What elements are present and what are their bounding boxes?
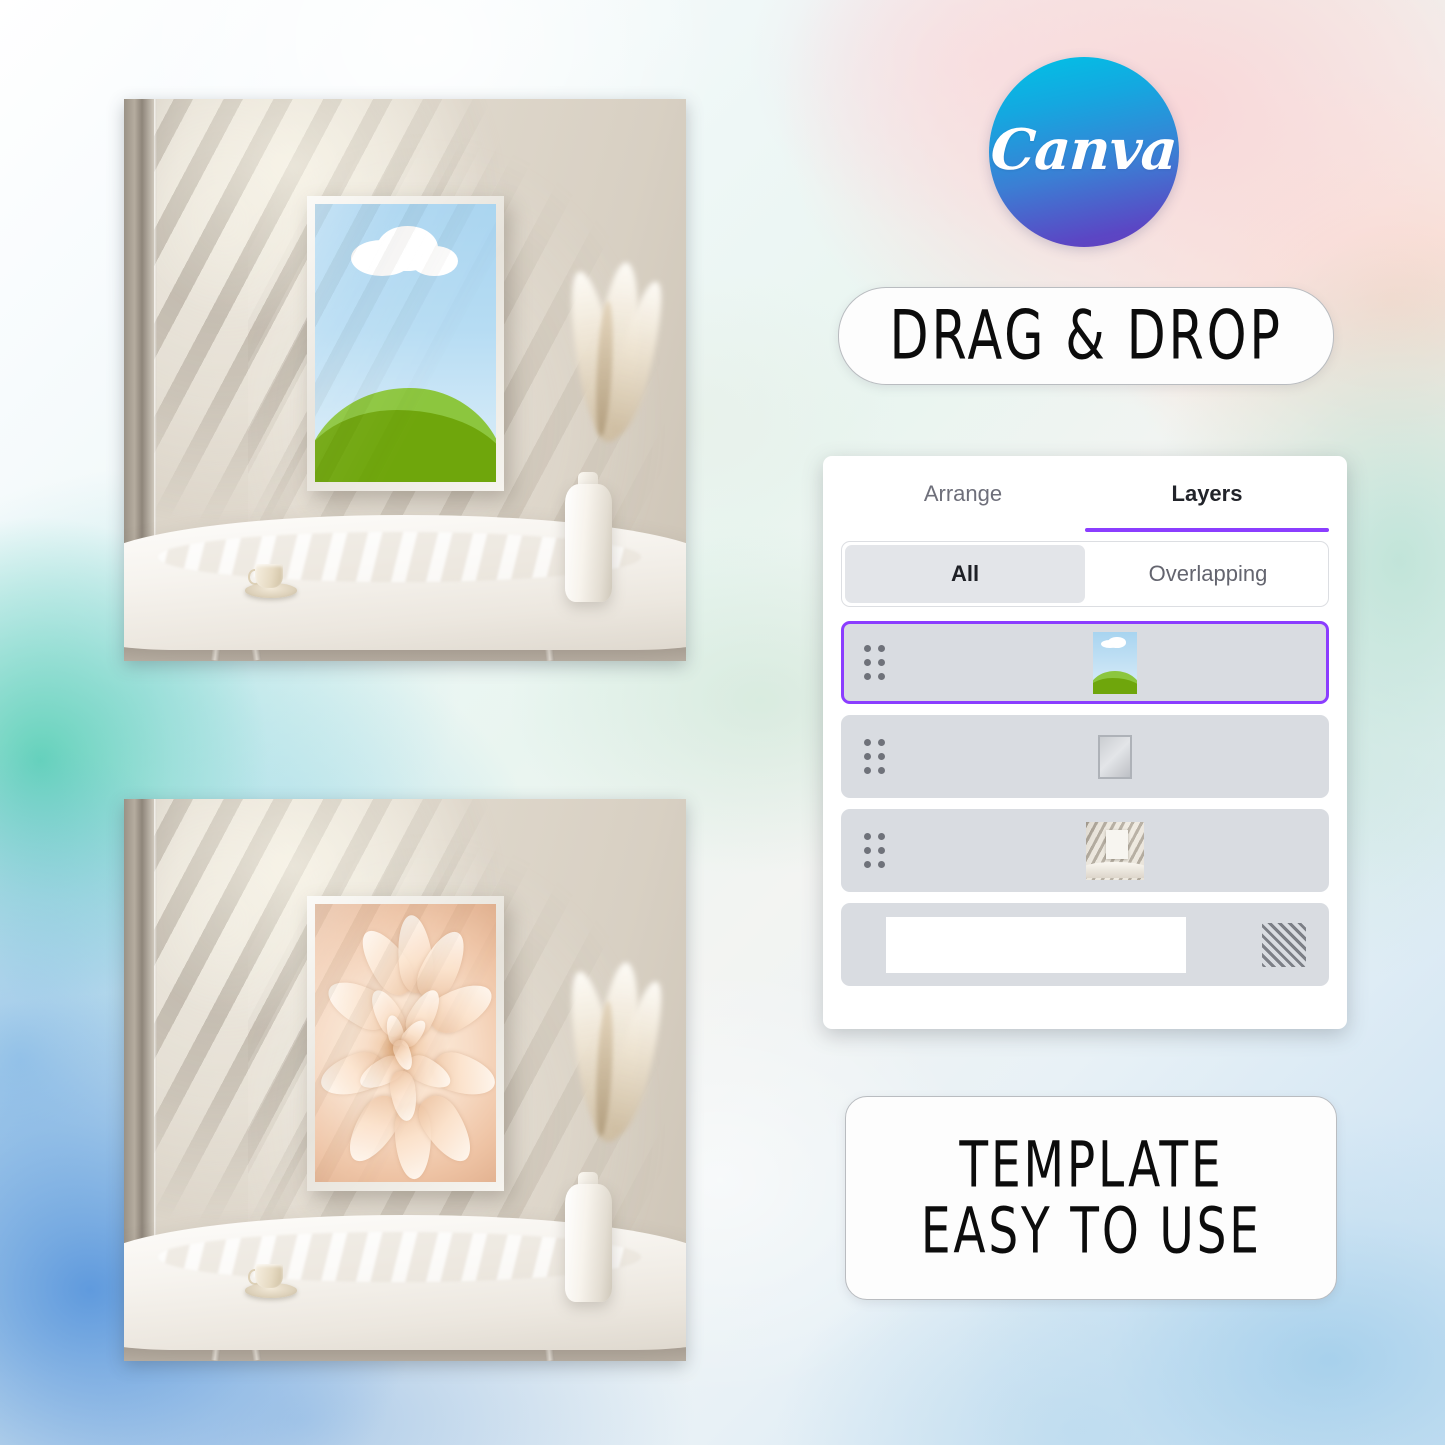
- layer-row-landscape-poster[interactable]: [841, 621, 1329, 704]
- frame-glass-reflection: [315, 904, 497, 1183]
- coffee-cup: [254, 563, 284, 588]
- room-scene: [124, 99, 686, 661]
- frame-artwork-area: [315, 204, 497, 483]
- layer-row-room-photo[interactable]: [841, 809, 1329, 892]
- canva-logo: Canva: [989, 57, 1179, 247]
- mockup-landscape-poster: [124, 99, 686, 661]
- poster-mockup-listing-image: Canva DRAG & DROP TEMPLATE EASY TO USE A…: [0, 0, 1445, 1445]
- tab-layers[interactable]: Layers: [1085, 456, 1329, 532]
- picture-frame: [306, 895, 505, 1191]
- tab-arrange[interactable]: Arrange: [841, 456, 1085, 532]
- landscape-art-thumbnail: [1093, 631, 1137, 694]
- picture-frame: [306, 195, 505, 491]
- layer-thumbnail-wrap: [904, 631, 1326, 694]
- layer-thumbnail-wrap: [904, 734, 1326, 779]
- canva-layers-panel: Arrange Layers All Overlapping: [823, 456, 1347, 1029]
- room-photo-thumbnail: [1086, 821, 1144, 880]
- mockup-flower-poster: [124, 799, 686, 1361]
- background-white-bar: [886, 916, 1186, 973]
- room-scene: [124, 799, 686, 1361]
- coffee-cup: [254, 1263, 284, 1288]
- canva-wordmark: Canva: [988, 117, 1180, 183]
- filter-option-all[interactable]: All: [845, 545, 1085, 603]
- drag-and-drop-banner: DRAG & DROP: [838, 287, 1334, 385]
- drag-handle-icon[interactable]: [844, 645, 904, 680]
- template-label-line1: TEMPLATE: [958, 1128, 1224, 1202]
- hatched-transparency-thumbnail: [1262, 922, 1306, 967]
- filter-option-overlapping[interactable]: Overlapping: [1088, 542, 1328, 606]
- layer-filter-segmented-control: All Overlapping: [841, 541, 1329, 607]
- ceramic-vase: [565, 483, 613, 602]
- drag-handle-icon[interactable]: [844, 739, 904, 774]
- drag-handle-icon[interactable]: [844, 833, 904, 868]
- layer-row-background[interactable]: [841, 903, 1329, 986]
- frame-shape-thumbnail: [1098, 734, 1132, 779]
- panel-tab-bar: Arrange Layers: [841, 456, 1329, 532]
- layer-thumbnail-wrap: [904, 821, 1326, 880]
- layer-row-frame[interactable]: [841, 715, 1329, 798]
- drag-and-drop-label: DRAG & DROP: [889, 295, 1283, 376]
- frame-glass-reflection: [315, 204, 497, 483]
- ceramic-vase: [565, 1183, 613, 1302]
- layer-list: [841, 621, 1329, 986]
- template-easy-to-use-banner: TEMPLATE EASY TO USE: [845, 1096, 1337, 1300]
- template-label-line2: EASY TO USE: [920, 1194, 1262, 1268]
- frame-artwork-area: [315, 904, 497, 1183]
